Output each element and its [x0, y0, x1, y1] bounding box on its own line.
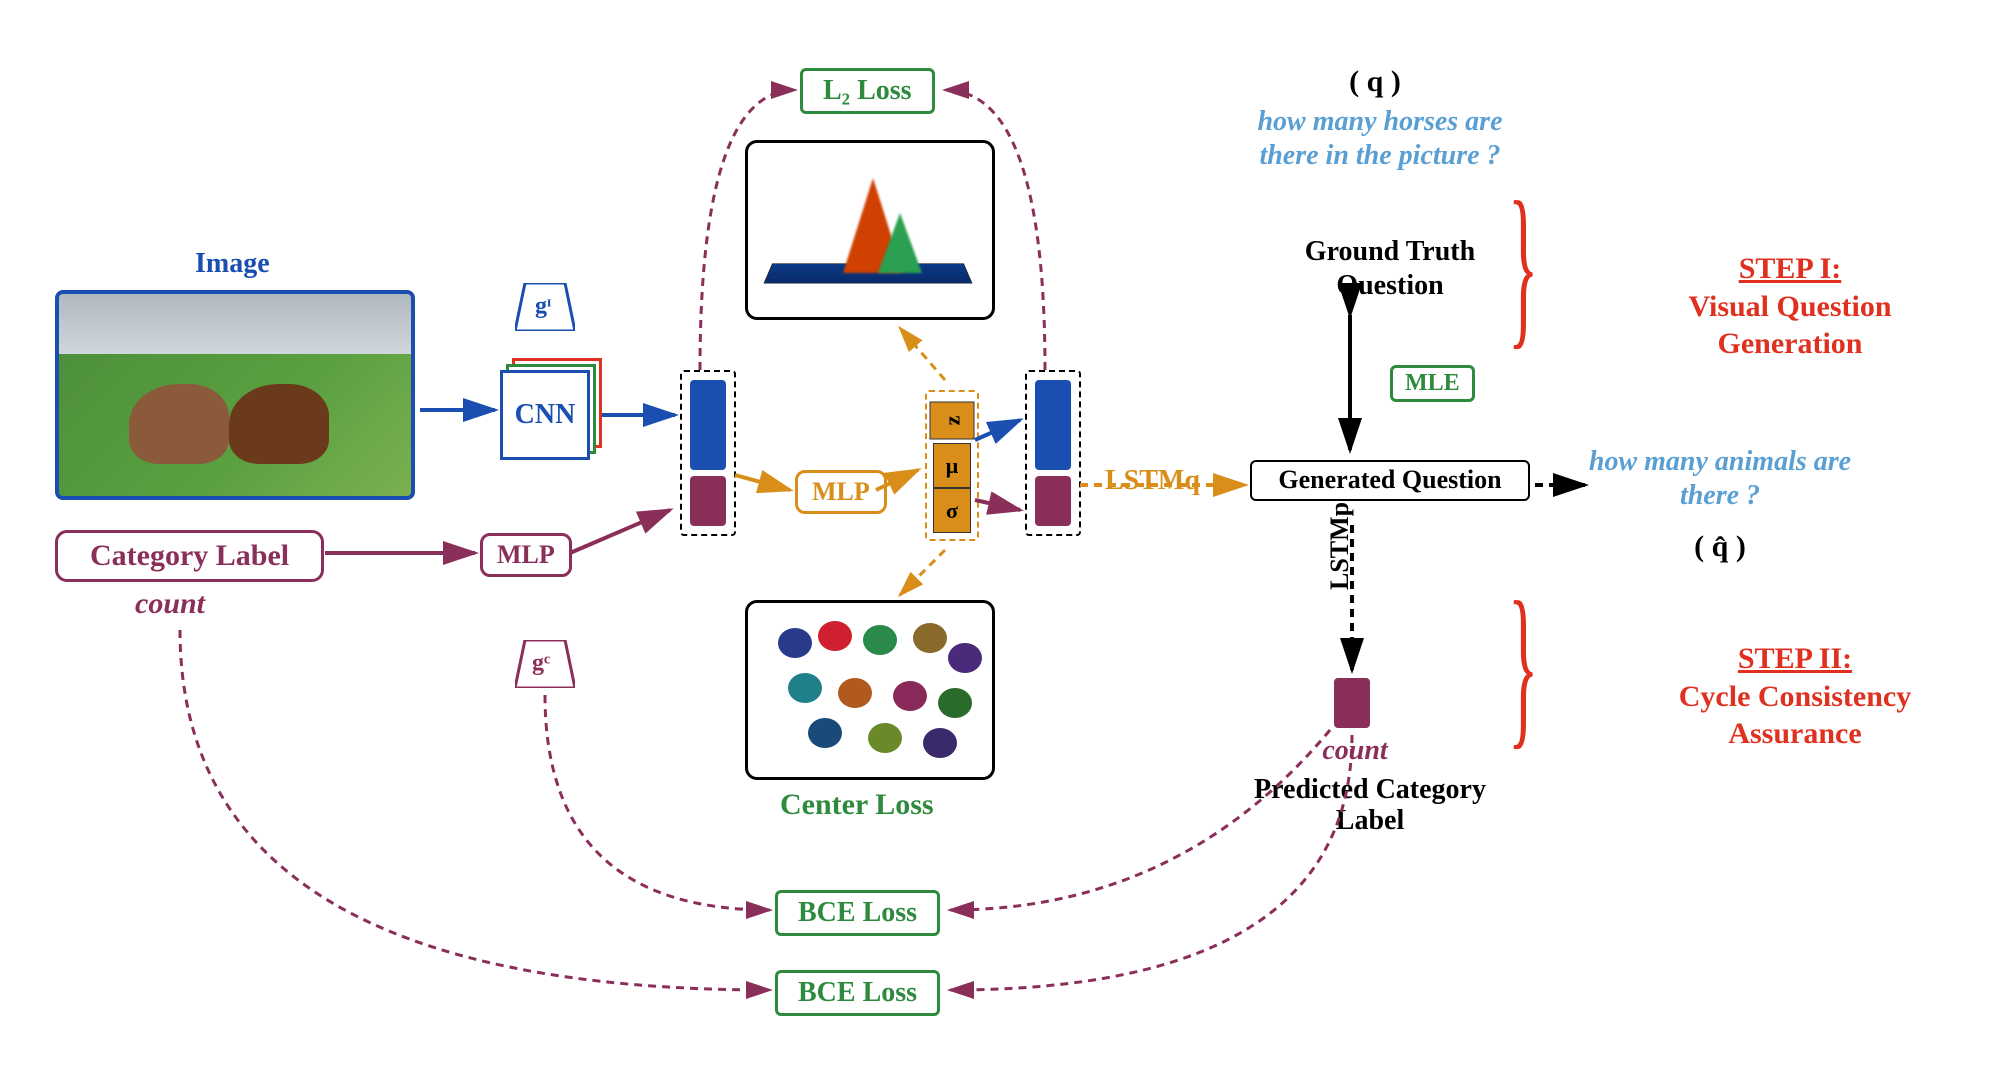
brace-step2: } [1508, 575, 1538, 755]
gi-label: gᶦ [535, 293, 551, 320]
brace-step1: } [1508, 175, 1538, 355]
input-image [55, 290, 415, 500]
center-loss-label: Center Loss [780, 788, 934, 822]
gc-label: gᶜ [532, 650, 550, 677]
step2-text: Cycle Consistency Assurance [1679, 680, 1911, 751]
mle-box: MLE [1390, 365, 1475, 402]
concat-vector-1 [680, 370, 736, 536]
predicted-label: Predicted Category Label [1220, 775, 1520, 837]
gt-question-label: Ground Truth Question [1265, 235, 1515, 302]
center-loss-inset [745, 600, 995, 780]
lstm-p-label: LSTMp [1325, 502, 1355, 590]
q-symbol: ( q ) [1275, 65, 1475, 99]
mlp-category: MLP [480, 533, 572, 577]
category-value: count [135, 587, 205, 621]
z-cell: z [930, 402, 975, 440]
lstm-q-label: LSTMq [1105, 465, 1200, 497]
generated-question-box: Generated Question [1250, 460, 1530, 501]
step2-title: STEP II: [1738, 642, 1852, 675]
mlp-latent: MLP [795, 470, 887, 514]
step2-block: STEP II: Cycle Consistency Assurance [1635, 640, 1955, 753]
image-title: Image [195, 248, 270, 280]
sigma-cell: σ [933, 488, 971, 533]
step1-title: STEP I: [1739, 252, 1842, 285]
gt-question-text: how many horses are there in the picture… [1235, 105, 1525, 172]
bce-loss-2: BCE Loss [775, 970, 940, 1016]
l2-loss-box: L₂ Loss [800, 68, 935, 114]
category-label-box: Category Label [55, 530, 324, 582]
latent-distribution-inset [745, 140, 995, 320]
predicted-value: count [1300, 735, 1410, 767]
cnn-label: CNN [500, 370, 590, 460]
step1-text: Visual Question Generation [1688, 290, 1891, 361]
qhat-symbol: ( q̂ ) [1660, 530, 1780, 564]
latent-z-group: z μ σ [925, 390, 979, 541]
concat-vector-2 [1025, 370, 1081, 536]
cnn-block: CNN [500, 370, 600, 470]
step1-block: STEP I: Visual Question Generation [1635, 250, 1945, 363]
bce-loss-1: BCE Loss [775, 890, 940, 936]
generated-question-text: how many animals are there ? [1570, 445, 1870, 512]
mu-cell: μ [933, 443, 971, 488]
predicted-vector [1334, 678, 1370, 728]
